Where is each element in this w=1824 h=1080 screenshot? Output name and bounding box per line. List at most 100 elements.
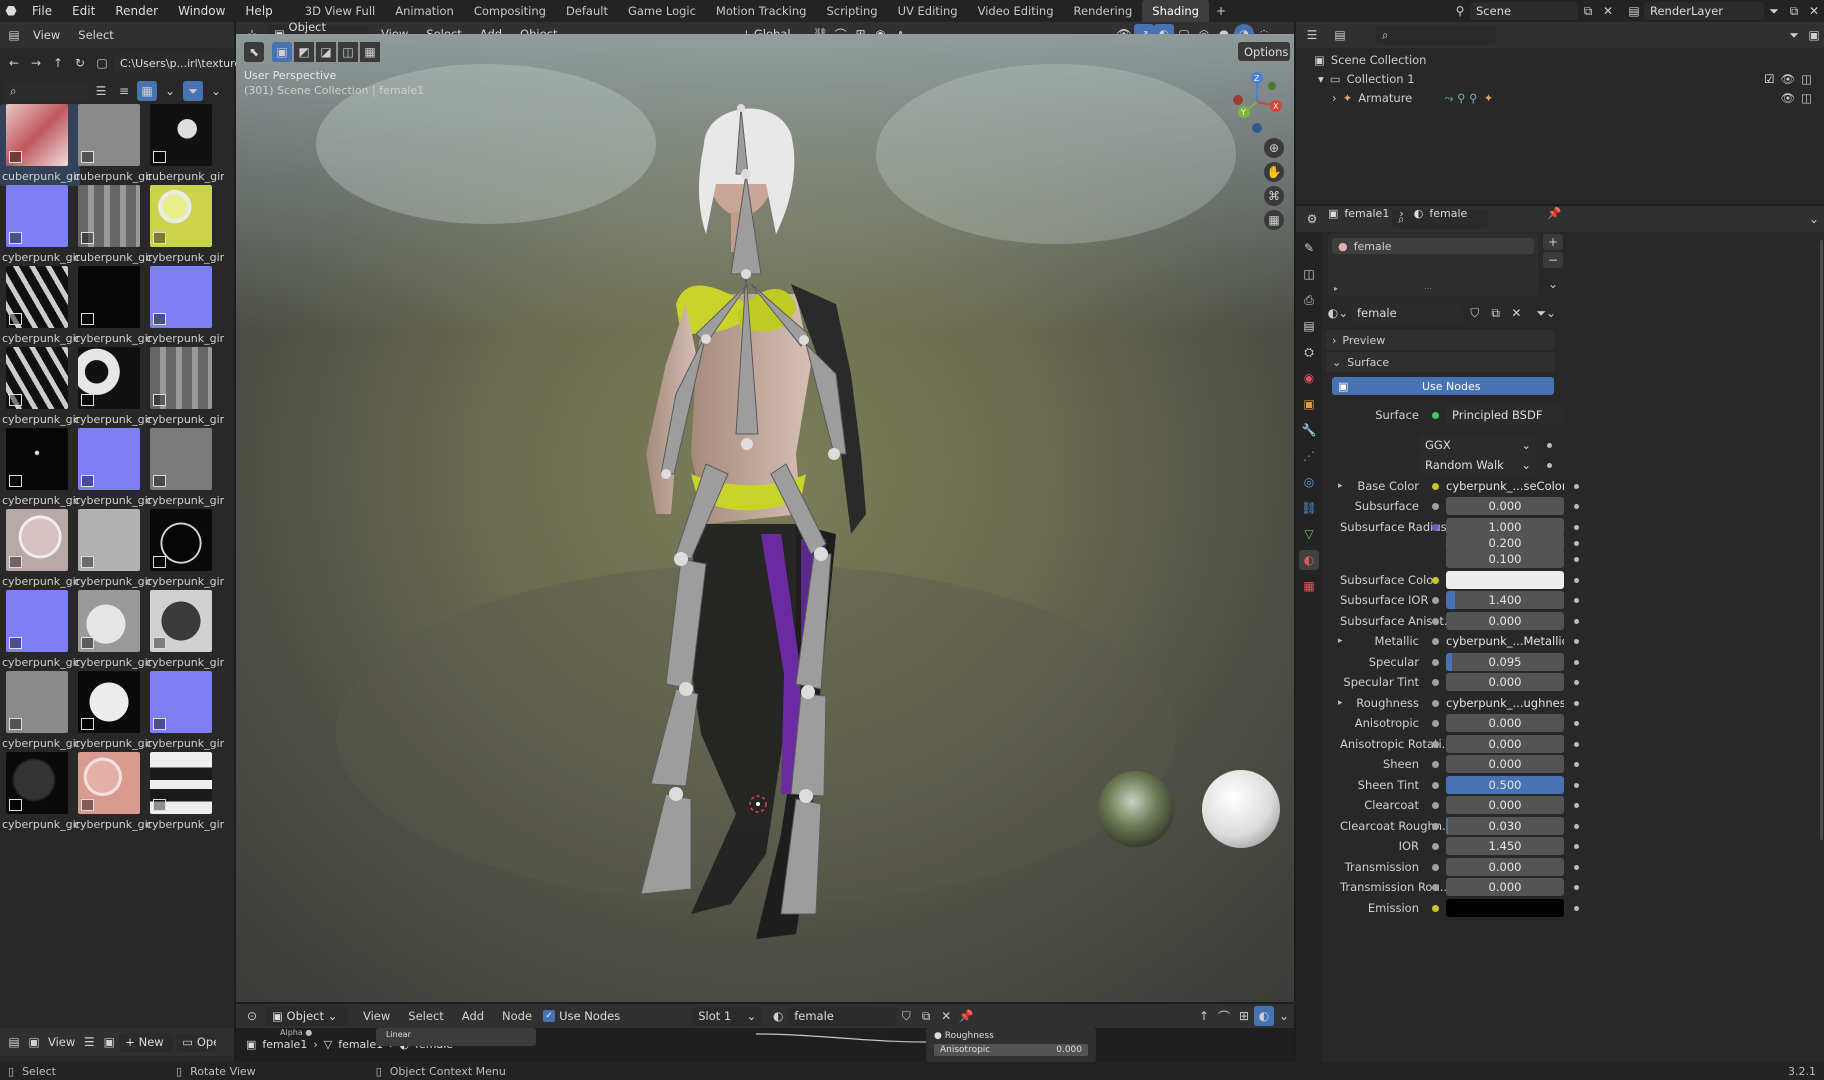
editor-type-icon-2[interactable]: ▤ — [4, 1032, 24, 1052]
node-menu-add[interactable]: Add — [453, 1009, 493, 1023]
material-tab-icon[interactable]: ◐ — [1299, 550, 1319, 570]
particles-tab-icon[interactable]: ⋰ — [1299, 446, 1319, 466]
texture-tab-icon[interactable]: ▦ — [1299, 576, 1319, 596]
texture-thumbnail[interactable]: cyberpunk_gir — [0, 590, 80, 672]
bsdf-texture-link[interactable]: cyberpunk_...Metallic.png — [1446, 632, 1564, 650]
socket-dot[interactable] — [1432, 482, 1439, 490]
search-input[interactable]: ⌕ — [4, 81, 88, 101]
zoom-icon[interactable]: ⊕ — [1264, 138, 1284, 158]
menu-window[interactable]: Window — [168, 4, 235, 18]
socket-dot[interactable] — [1432, 576, 1439, 584]
bsdf-value-field[interactable]: 0.000 — [1446, 735, 1564, 753]
ortho-grid-icon[interactable]: ▦ — [1264, 210, 1284, 230]
camera-render-icon-2[interactable]: ◫ — [1801, 91, 1812, 105]
keyframe-dot[interactable] — [1574, 843, 1579, 849]
filter-icon[interactable]: ⏷ — [1764, 1, 1784, 21]
texture-thumbnail[interactable]: cyberpunk_gir — [0, 185, 80, 267]
bsdf-value-field[interactable]: 0.000 — [1446, 673, 1564, 691]
socket-dot[interactable] — [1432, 678, 1439, 686]
socket-dot[interactable] — [1432, 658, 1439, 666]
node-overlay-options-icon[interactable]: ⌄ — [1274, 1006, 1294, 1026]
bsdf-value-field[interactable]: 0.000 — [1446, 612, 1564, 630]
bsdf-value-field[interactable]: 0.030 — [1446, 817, 1564, 835]
workspace-tab-animation[interactable]: Animation — [385, 0, 464, 22]
texture-thumbnail[interactable]: cyberpunk_gir — [72, 509, 152, 591]
scene-icon[interactable]: ⚲ — [1450, 1, 1470, 21]
bsdf-texture-link[interactable]: cyberpunk_...seColor.png — [1446, 477, 1564, 495]
keyframe-dot[interactable] — [1574, 503, 1579, 509]
list-vertical-icon[interactable]: ☰ — [91, 81, 111, 101]
list-resize-handle[interactable]: ⋯ — [1424, 284, 1432, 293]
remove-layer-icon[interactable]: ✕ — [1804, 1, 1824, 21]
duplicate-material-icon[interactable]: ⧉ — [916, 1006, 936, 1026]
new-material-icon[interactable]: ⧉ — [1487, 303, 1505, 323]
slot-menu-icon[interactable]: ⌄ — [1543, 276, 1563, 292]
select-extend-icon[interactable]: ◩ — [294, 42, 314, 62]
display-mode-icon[interactable]: ▤ — [1330, 25, 1350, 45]
socket-dot[interactable] — [1432, 781, 1439, 789]
subsurface-method-keyframe-dot[interactable] — [1547, 462, 1552, 468]
keyframe-dot[interactable] — [1574, 597, 1579, 603]
socket-dot[interactable] — [1432, 699, 1439, 707]
socket-dot[interactable] — [1432, 596, 1439, 604]
distribution-dropdown[interactable]: GGX ⌄ — [1419, 435, 1537, 455]
material-filter-icon[interactable]: ⏷⌄ — [1536, 303, 1556, 323]
display-dropdown-icon[interactable]: ⌄ — [160, 81, 180, 101]
keyframe-dot[interactable] — [1574, 524, 1579, 530]
new-folder-icon[interactable]: ▢ — [92, 53, 112, 73]
keyframe-dot[interactable] — [1574, 741, 1579, 747]
add-slot-icon[interactable]: + — [1543, 234, 1563, 250]
thumbnails-icon[interactable]: ▦ — [137, 81, 157, 101]
unlink-icon[interactable]: ✕ — [1508, 303, 1526, 323]
unlink-material-icon[interactable]: ✕ — [936, 1006, 956, 1026]
texture-thumbnail[interactable]: cyberpunk_gir — [0, 509, 80, 591]
keyframe-dot[interactable] — [1574, 540, 1579, 546]
render-layer-field[interactable]: RenderLayer — [1644, 2, 1764, 20]
bsdf-value-field[interactable]: 1.400 — [1446, 591, 1564, 609]
use-nodes-checkbox[interactable]: ✓ Use Nodes — [543, 1009, 620, 1023]
texture-thumbnail[interactable]: cyberpunk_gir — [72, 590, 152, 672]
keyframe-dot[interactable] — [1574, 782, 1579, 788]
back-icon[interactable]: ← — [4, 53, 24, 73]
distribution-keyframe-dot[interactable] — [1547, 442, 1552, 448]
use-nodes-button[interactable]: ▣ Use Nodes — [1332, 377, 1554, 395]
tool-tab-icon[interactable]: ✎ — [1299, 238, 1319, 258]
forward-icon[interactable]: → — [26, 53, 46, 73]
modifier-tab-icon[interactable]: 🔧 — [1299, 420, 1319, 440]
node-editor-type-icon[interactable]: ⊙ — [242, 1006, 262, 1026]
keyframe-dot[interactable] — [1574, 720, 1579, 726]
texture-thumbnail[interactable]: cuberpunk_gir — [0, 104, 80, 186]
fb-menu-view[interactable]: View — [24, 28, 69, 42]
bsdf-value-field[interactable]: 0.000 — [1446, 497, 1564, 515]
bsdf-value-field[interactable]: 1.450 — [1446, 837, 1564, 855]
outliner-filter-icon[interactable]: ⏷ — [1784, 25, 1804, 45]
texture-thumbnail[interactable]: cyberpunk_gir — [72, 428, 152, 510]
bsdf-value-field[interactable]: 0.000 — [1446, 858, 1564, 876]
socket-dot[interactable] — [1432, 637, 1439, 645]
socket-dot[interactable] — [1432, 523, 1439, 531]
expand-input-icon[interactable]: ▸ — [1338, 636, 1343, 646]
socket-dot[interactable] — [1432, 863, 1439, 871]
texture-thumbnail[interactable]: cyberpunk_gir — [144, 590, 224, 672]
texture-thumbnail[interactable]: cuberpunk_gir — [144, 104, 224, 186]
snap-element-icon[interactable]: ⊞ — [1234, 1006, 1254, 1026]
socket-dot[interactable] — [1432, 822, 1439, 830]
workspace-tab-compositing[interactable]: Compositing — [464, 0, 556, 22]
filter-options-icon[interactable]: ⌄ — [206, 81, 226, 101]
bsdf-value-field[interactable]: 0.000 — [1446, 755, 1564, 773]
open-image-button[interactable]: ▭ Open — [176, 1032, 217, 1052]
physics-tab-icon[interactable]: ◎ — [1299, 472, 1319, 492]
data-tab-icon[interactable]: ▽ — [1299, 524, 1319, 544]
copy-layer-icon[interactable]: ⧉ — [1784, 1, 1804, 21]
menu-help[interactable]: Help — [235, 4, 282, 18]
keyframe-dot[interactable] — [1574, 823, 1579, 829]
parent-dir-icon[interactable]: ↑ — [48, 53, 68, 73]
view-layer-tab-icon[interactable]: ▤ — [1299, 316, 1319, 336]
editor-type-icon[interactable]: ▤ — [4, 25, 24, 45]
socket-dot[interactable] — [1432, 760, 1439, 768]
workspace-tab-video-editing[interactable]: Video Editing — [968, 0, 1064, 22]
bsdf-value-field[interactable]: 0.000 — [1446, 796, 1564, 814]
keyframe-dot[interactable] — [1574, 659, 1579, 665]
keyframe-dot[interactable] — [1574, 905, 1579, 911]
new-image-button[interactable]: + New — [119, 1032, 174, 1052]
